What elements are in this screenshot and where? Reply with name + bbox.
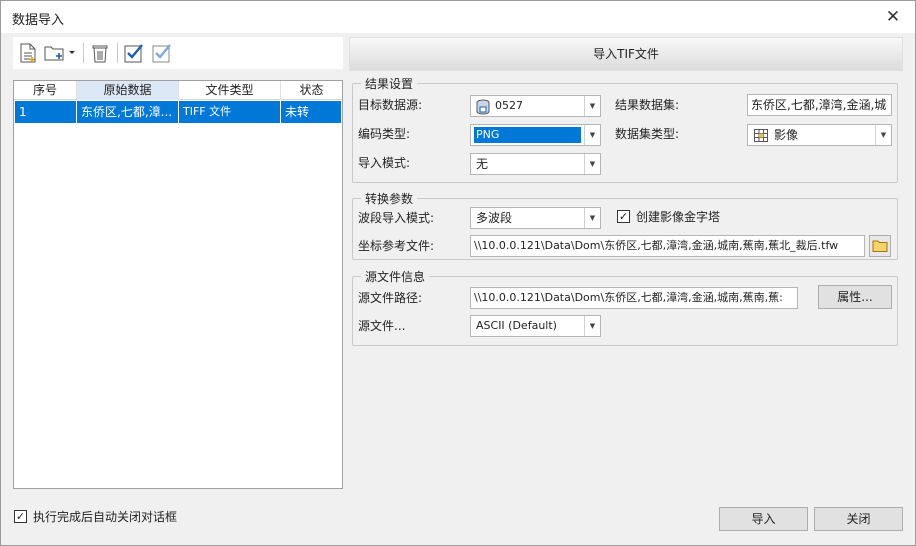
result-settings-legend: 结果设置: [361, 75, 418, 92]
result-dataset-input[interactable]: 东侨区,七都,漳湾,金涵,城: [747, 94, 892, 116]
dropdown-arrow-icon[interactable]: [67, 41, 77, 65]
result-dataset-value: 东侨区,七都,漳湾,金涵,城: [751, 98, 887, 112]
image-dataset-icon: [754, 129, 768, 142]
close-icon[interactable]: ✕: [881, 5, 905, 29]
source-path-input[interactable]: \\10.0.0.121\Data\Dom\东侨区,七都,漳湾,金涵,城南,蕉南…: [470, 287, 798, 309]
target-datasource-label: 目标数据源:: [358, 98, 423, 112]
dataset-type-value: 影像: [774, 128, 799, 142]
chevron-down-icon[interactable]: ▼: [584, 208, 600, 228]
target-datasource-value: 0527: [495, 99, 523, 112]
target-datasource-combo[interactable]: 0527 ▼: [470, 95, 601, 117]
new-file-icon[interactable]: [17, 41, 39, 65]
col-header-type[interactable]: 文件类型: [179, 81, 281, 100]
pyramid-checkbox[interactable]: ✓: [617, 210, 630, 223]
cell-status: 未转: [285, 105, 310, 119]
import-mode-label: 导入模式:: [358, 156, 411, 170]
delete-icon[interactable]: [89, 41, 111, 65]
chevron-down-icon[interactable]: ▼: [584, 154, 600, 174]
add-folder-icon[interactable]: [43, 41, 67, 65]
col-header-source[interactable]: 原始数据: [77, 81, 179, 100]
conversion-params-legend: 转换参数: [361, 190, 418, 207]
pyramid-label: 创建影像金字塔: [636, 210, 721, 224]
table-row[interactable]: 1 东侨区,七都,漳... TIFF 文件 未转: [15, 101, 341, 123]
encoding-type-value: PNG: [476, 128, 500, 141]
coord-file-label: 坐标参考文件:: [358, 239, 435, 253]
window-title: 数据导入: [12, 13, 65, 28]
col-header-index[interactable]: 序号: [14, 81, 77, 100]
source-path-label: 源文件路径:: [358, 291, 423, 305]
auto-close-label: 执行完成后自动关闭对话框: [33, 510, 178, 524]
select-all-icon[interactable]: [123, 41, 145, 65]
import-button[interactable]: 导入: [719, 507, 808, 531]
auto-close-checkbox[interactable]: ✓: [14, 510, 27, 523]
properties-button[interactable]: 属性...: [818, 285, 892, 309]
chevron-down-icon[interactable]: ▼: [875, 125, 891, 145]
tab-import-tif[interactable]: 导入TIF文件: [349, 37, 903, 71]
charset-value: ASCII (Default): [476, 319, 557, 332]
dataset-type-combo[interactable]: 影像 ▼: [747, 124, 892, 146]
charset-label: 源文件...: [358, 319, 406, 333]
file-list-grid[interactable]: 序号 原始数据 文件类型 状态 1 东侨区,七都,漳... TIFF 文件 未转: [13, 80, 343, 489]
chevron-down-icon[interactable]: ▼: [584, 125, 600, 145]
encoding-type-label: 编码类型:: [358, 127, 411, 141]
grid-header: 序号 原始数据 文件类型 状态: [14, 81, 342, 100]
title-bar: 数据导入 ✕: [1, 1, 915, 33]
cell-source: 东侨区,七都,漳...: [77, 101, 179, 123]
import-mode-value: 无: [476, 157, 489, 171]
chevron-down-icon[interactable]: ▼: [584, 316, 600, 336]
dataset-type-label: 数据集类型:: [615, 127, 680, 141]
data-import-dialog: 数据导入 ✕ 序号 原始数据 文件类型 状态 1 东侨区,七都,漳... TIF…: [0, 0, 916, 546]
datasource-icon: [476, 99, 490, 115]
coord-file-value: \\10.0.0.121\Data\Dom\东侨区,七都,漳湾,金涵,城南,蕉南…: [474, 239, 839, 252]
cell-type: TIFF 文件: [179, 101, 281, 123]
import-mode-combo[interactable]: 无 ▼: [470, 153, 601, 175]
browse-folder-icon[interactable]: [869, 235, 891, 257]
chevron-down-icon[interactable]: ▼: [584, 96, 600, 116]
encoding-type-combo[interactable]: PNG ▼: [470, 124, 601, 146]
band-mode-value: 多波段: [476, 211, 513, 225]
result-dataset-label: 结果数据集:: [615, 98, 680, 112]
source-info-legend: 源文件信息: [361, 268, 430, 285]
col-header-status[interactable]: 状态: [281, 81, 342, 100]
cell-index: 1: [15, 101, 77, 123]
toolbar: [13, 37, 343, 69]
coord-file-input[interactable]: \\10.0.0.121\Data\Dom\东侨区,七都,漳湾,金涵,城南,蕉南…: [470, 235, 865, 257]
source-path-value: \\10.0.0.121\Data\Dom\东侨区,七都,漳湾,金涵,城南,蕉南…: [474, 291, 783, 304]
charset-combo[interactable]: ASCII (Default) ▼: [470, 315, 601, 337]
invert-select-icon[interactable]: [151, 41, 173, 65]
band-mode-label: 波段导入模式:: [358, 211, 435, 225]
band-mode-combo[interactable]: 多波段 ▼: [470, 207, 601, 229]
close-button[interactable]: 关闭: [814, 507, 903, 531]
